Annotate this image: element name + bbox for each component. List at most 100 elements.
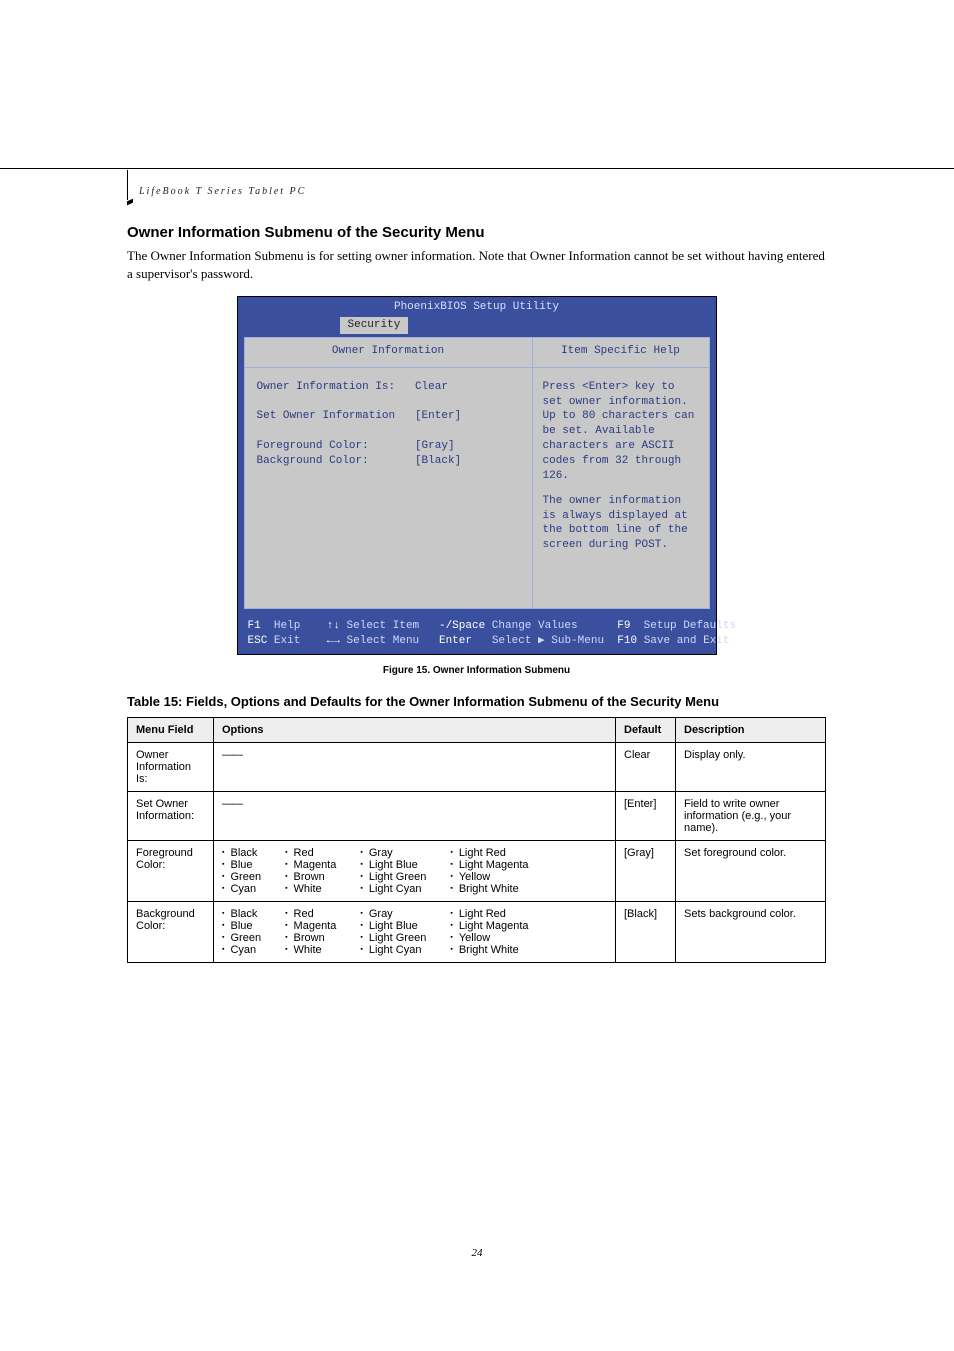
color-option: Light Blue xyxy=(360,920,426,932)
color-option: Green xyxy=(222,932,261,944)
color-option: Yellow xyxy=(450,871,528,883)
bios-row-owner-info-is: Owner Information Is: Clear xyxy=(257,380,520,395)
cell-options: —— xyxy=(214,792,616,841)
bios-footer-key: F9 xyxy=(617,620,630,632)
em-dash: —— xyxy=(222,749,242,761)
bios-footer-label: Change Values xyxy=(492,620,578,632)
color-option: Light Cyan xyxy=(360,883,426,895)
color-option: Light Blue xyxy=(360,859,426,871)
color-option: Magenta xyxy=(285,920,336,932)
bios-footer-key: ←→ xyxy=(327,635,340,647)
color-option: Brown xyxy=(285,932,336,944)
bios-right-pane: Item Specific Help Press <Enter> key to … xyxy=(532,337,710,609)
color-option: Light Magenta xyxy=(450,859,528,871)
cell-field: Background Color: xyxy=(128,902,214,963)
bios-screenshot: PhoenixBIOS Setup Utility Security Owner… xyxy=(237,296,717,655)
bios-right-title: Item Specific Help xyxy=(533,338,709,368)
bios-left-body: Owner Information Is: Clear Set Owner In… xyxy=(245,368,532,608)
bios-row-value: [Black] xyxy=(415,455,461,467)
bios-footer-label: Select Item xyxy=(347,620,420,632)
cell-desc: Field to write owner information (e.g., … xyxy=(676,792,826,841)
page-number: 24 xyxy=(0,1247,954,1259)
table-row: Set Owner Information: —— [Enter] Field … xyxy=(128,792,826,841)
bios-footer-key: F10 xyxy=(617,635,637,647)
bios-footer-label: Help xyxy=(274,620,300,632)
bios-left-pane: Owner Information Owner Information Is: … xyxy=(244,337,533,609)
color-option: Magenta xyxy=(285,859,336,871)
color-options-grid: Black Blue Green Cyan Red Magenta Brown … xyxy=(222,908,607,956)
table-header-row: Menu Field Options Default Description xyxy=(128,718,826,743)
color-option: Cyan xyxy=(222,944,261,956)
color-col: Black Blue Green Cyan xyxy=(222,847,261,895)
color-option: Light Red xyxy=(450,908,528,920)
figure-caption: Figure 15. Owner Information Submenu xyxy=(127,665,826,676)
cell-field: Owner Information Is: xyxy=(128,743,214,792)
bios-row-value: [Gray] xyxy=(415,440,455,452)
cell-default: Clear xyxy=(616,743,676,792)
bios-footer: F1 Help ↑↓ Select Item -/Space Change Va… xyxy=(238,615,716,655)
options-table: Menu Field Options Default Description O… xyxy=(127,717,826,963)
cell-default: [Black] xyxy=(616,902,676,963)
color-option: Cyan xyxy=(222,883,261,895)
bios-footer-key: F1 xyxy=(248,620,261,632)
table-row: Foreground Color: Black Blue Green Cyan … xyxy=(128,841,826,902)
color-option: Red xyxy=(285,908,336,920)
bios-row-value: [Enter] xyxy=(415,410,461,422)
th-description: Description xyxy=(676,718,826,743)
color-option: White xyxy=(285,883,336,895)
color-option: Gray xyxy=(360,908,426,920)
bios-help-paragraph: Press <Enter> key to set owner informati… xyxy=(543,380,699,484)
color-option: Light Magenta xyxy=(450,920,528,932)
bios-footer-label: Setup Defaults xyxy=(644,620,736,632)
page: LifeBook T Series Tablet PC Owner Inform… xyxy=(0,0,954,1351)
cell-desc: Sets background color. xyxy=(676,902,826,963)
color-col: Light Red Light Magenta Yellow Bright Wh… xyxy=(450,908,528,956)
cell-desc: Display only. xyxy=(676,743,826,792)
cell-field: Set Owner Information: xyxy=(128,792,214,841)
section-heading: Owner Information Submenu of the Securit… xyxy=(127,224,826,241)
color-col: Red Magenta Brown White xyxy=(285,908,336,956)
bios-footer-key: ↑↓ xyxy=(327,620,340,632)
color-option: Light Red xyxy=(450,847,528,859)
color-option: Black xyxy=(222,847,261,859)
color-option: White xyxy=(285,944,336,956)
color-option: Blue xyxy=(222,920,261,932)
color-col: Red Magenta Brown White xyxy=(285,847,336,895)
color-option: Bright White xyxy=(450,883,528,895)
color-option: Blue xyxy=(222,859,261,871)
section-intro: The Owner Information Submenu is for set… xyxy=(127,247,826,282)
color-option: Light Cyan xyxy=(360,944,426,956)
color-option: Light Green xyxy=(360,932,426,944)
table-body: Owner Information Is: —— Clear Display o… xyxy=(128,743,826,963)
color-option: Bright White xyxy=(450,944,528,956)
color-option: Yellow xyxy=(450,932,528,944)
bios-row-label: Foreground Color: xyxy=(257,440,369,452)
cell-options: Black Blue Green Cyan Red Magenta Brown … xyxy=(214,841,616,902)
bios-footer-label: Select Menu xyxy=(347,635,420,647)
color-option: Light Green xyxy=(360,871,426,883)
table-row: Background Color: Black Blue Green Cyan … xyxy=(128,902,826,963)
cell-default: [Enter] xyxy=(616,792,676,841)
color-col: Light Red Light Magenta Yellow Bright Wh… xyxy=(450,847,528,895)
color-col: Black Blue Green Cyan xyxy=(222,908,261,956)
bios-row-set-owner: Set Owner Information [Enter] xyxy=(257,409,520,424)
table-caption: Table 15: Fields, Options and Defaults f… xyxy=(127,694,826,709)
bios-footer-key: Enter xyxy=(439,635,472,647)
top-rule xyxy=(0,168,954,169)
bios-main-panes: Owner Information Owner Information Is: … xyxy=(244,337,710,609)
bios-title: PhoenixBIOS Setup Utility xyxy=(238,297,716,315)
bios-row-label: Background Color: xyxy=(257,455,369,467)
color-option: Red xyxy=(285,847,336,859)
color-option: Brown xyxy=(285,871,336,883)
th-options: Options xyxy=(214,718,616,743)
color-option: Black xyxy=(222,908,261,920)
bios-footer-key: -/Space xyxy=(439,620,485,632)
color-col: Gray Light Blue Light Green Light Cyan xyxy=(360,847,426,895)
th-menu-field: Menu Field xyxy=(128,718,214,743)
bios-footer-key: ESC xyxy=(248,635,268,647)
bios-row-fg-color: Foreground Color: [Gray] xyxy=(257,439,520,454)
color-options-grid: Black Blue Green Cyan Red Magenta Brown … xyxy=(222,847,607,895)
bios-footer-label: Exit xyxy=(274,635,300,647)
bios-tab-row: Security xyxy=(238,317,716,335)
bios-row-bg-color: Background Color: [Black] xyxy=(257,454,520,469)
